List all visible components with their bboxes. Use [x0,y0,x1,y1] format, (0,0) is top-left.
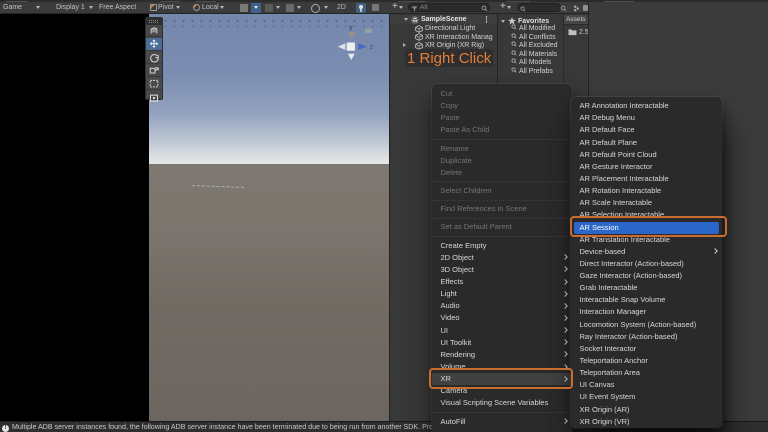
svg-text:z: z [370,44,374,51]
svg-text:y: y [349,25,353,32]
